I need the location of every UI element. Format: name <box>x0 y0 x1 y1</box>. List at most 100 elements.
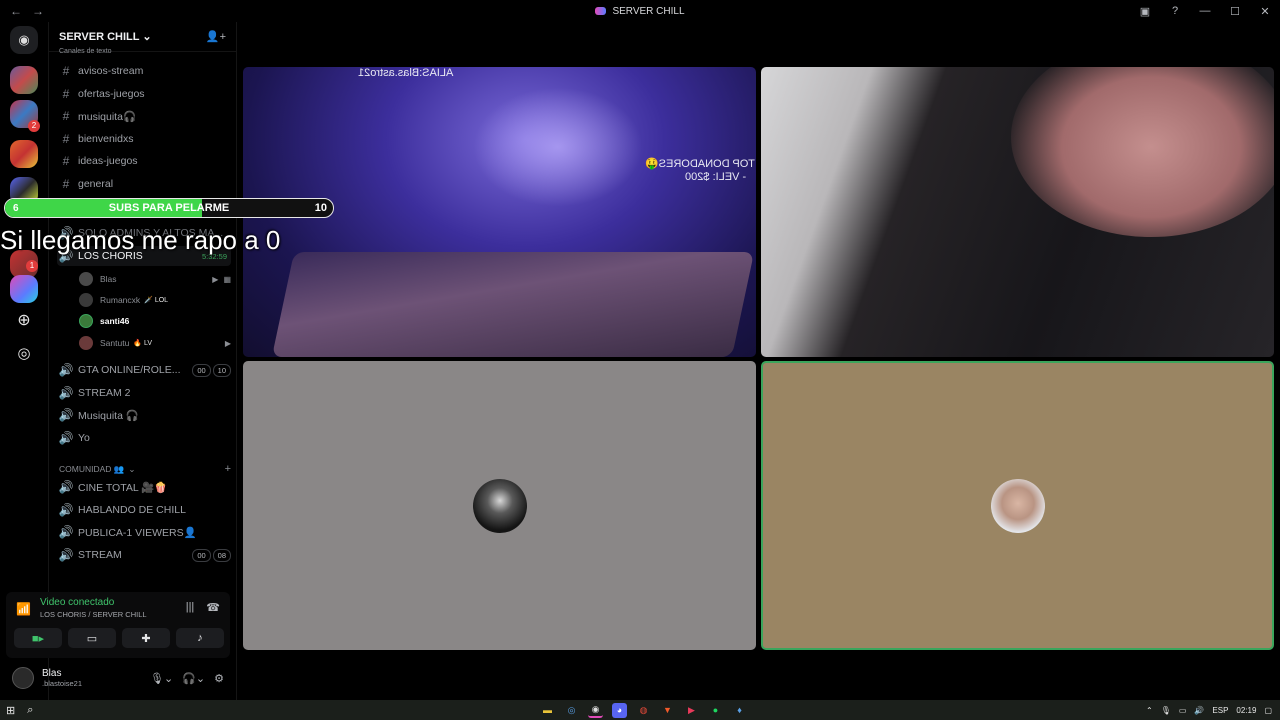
video-icon: ▶ <box>212 274 219 284</box>
user-limit: 10 <box>212 363 231 377</box>
donors-title: TOP DONADORES🤑 <box>645 158 755 170</box>
channel-general[interactable]: # general <box>57 174 231 194</box>
microphone-tray-icon[interactable]: 🎙 <box>1161 706 1171 715</box>
channel-avisos-stream[interactable]: # avisos-stream <box>57 61 231 81</box>
user-panel: Blas .blastoise21 🎙⌄ 🎧⌄ ⚙ <box>6 662 230 694</box>
noise-suppression-icon[interactable]: ||| <box>186 601 195 614</box>
user-limit: 08 <box>212 548 231 562</box>
voice-member-rumancxk[interactable]: Rumancxk 🗡️ LOL <box>79 290 231 310</box>
voice-member-santi46[interactable]: santi46 <box>79 311 231 331</box>
speaker-icon: 🔊 <box>58 503 74 517</box>
voice-channel-stream-2[interactable]: 🔊 STREAM 2 <box>57 383 231 403</box>
user-count: 00 <box>192 548 211 562</box>
windows-start-icon[interactable]: ⊞ <box>6 704 15 717</box>
obs-icon[interactable]: ◉ <box>588 703 603 718</box>
brave-icon[interactable]: ▼ <box>660 703 675 718</box>
activities-icon: ✚ <box>141 632 151 645</box>
language-indicator[interactable]: ESP <box>1212 706 1228 715</box>
microphone-icon[interactable]: 🎙⌄ <box>150 672 173 685</box>
volume-icon[interactable]: 🔊 <box>1194 706 1204 715</box>
add-server-icon[interactable]: ⊕ <box>10 307 38 335</box>
voice-channel-cine-total[interactable]: 🔊 CINE TOTAL 🎥🍿 <box>57 477 231 497</box>
camera-button[interactable]: ■▸ <box>14 628 62 648</box>
server-icon[interactable] <box>10 140 38 168</box>
headphones-icon[interactable]: 🎧⌄ <box>182 672 205 685</box>
channel-name: PUBLICA-1 VIEWERS👤 <box>78 526 197 539</box>
voice-channel-stream[interactable]: 🔊 STREAM 00 08 <box>57 545 231 565</box>
hashtag-icon: # <box>62 177 70 191</box>
channel-name: musiquita🎧 <box>78 110 137 123</box>
member-name: Blas <box>100 274 117 284</box>
channel-name: HABLANDO DE CHILL <box>78 504 186 516</box>
notification-badge: 1 <box>26 260 38 272</box>
channel-ideas-juegos[interactable]: # ideas-juegos <box>57 151 231 171</box>
monitor-icon[interactable]: ▭ <box>1179 706 1187 715</box>
media-player-icon[interactable]: ▶ <box>684 703 699 718</box>
channel-name: general <box>78 178 114 190</box>
screen-share-button[interactable]: ▭ <box>68 628 116 648</box>
discover-icon[interactable]: ◎ <box>10 340 38 368</box>
activities-button[interactable]: ✚ <box>122 628 170 648</box>
invite-people-icon[interactable]: 👤+ <box>206 30 226 43</box>
text-channels-header[interactable]: Canales de texto <box>59 48 231 55</box>
user-count: 00 <box>192 363 211 377</box>
minimize-icon[interactable]: — <box>1190 5 1220 17</box>
create-channel-icon[interactable]: + <box>225 463 231 475</box>
video-tile-camera[interactable] <box>761 67 1274 357</box>
gear-icon[interactable]: ⚙ <box>214 672 224 685</box>
close-icon[interactable]: ✕ <box>1250 5 1280 18</box>
channel-name: CINE TOTAL 🎥🍿 <box>78 481 168 494</box>
disconnect-icon[interactable]: ☎ <box>206 601 220 614</box>
video-tile-speaking-member[interactable] <box>761 361 1274 650</box>
voice-member-blas[interactable]: Blas ▶ ▦ <box>79 269 231 289</box>
voice-channel-gta[interactable]: 🔊 GTA ONLINE/ROLE... 00 10 <box>57 360 231 380</box>
signal-icon[interactable]: 📶 <box>16 602 31 616</box>
help-icon[interactable]: ? <box>1160 5 1190 17</box>
community-header[interactable]: COMUNIDAD 👥 ⌄ + <box>59 463 231 475</box>
voice-channel-musiquita[interactable]: 🔊 Musiquita 🎧 <box>57 405 231 425</box>
member-tag: 🗡️ LOL <box>144 297 169 304</box>
spotify-icon[interactable]: ● <box>708 703 723 718</box>
video-tile-member[interactable] <box>243 361 756 650</box>
app-icon[interactable]: ♦ <box>732 703 747 718</box>
maximize-icon[interactable]: ☐ <box>1220 5 1250 18</box>
soundboard-button[interactable]: ♪ <box>176 628 224 648</box>
steam-icon[interactable]: ◎ <box>564 703 579 718</box>
forward-arrow-icon[interactable]: → <box>32 4 44 18</box>
channel-name: ideas-juegos <box>78 155 138 167</box>
hashtag-icon: # <box>62 87 70 101</box>
inbox-icon[interactable]: ▣ <box>1130 5 1160 18</box>
search-icon[interactable]: ⌕ <box>27 704 33 717</box>
history-nav: ← → <box>10 4 44 18</box>
connection-location[interactable]: LOS CHORIS / SERVER CHILL <box>40 610 147 619</box>
discord-home-icon[interactable]: ◉ <box>10 26 38 54</box>
member-name: Santutu <box>100 338 130 348</box>
subs-goal-bar: 6 SUBS PARA PELARME 10 <box>4 198 334 218</box>
file-explorer-icon[interactable]: ▬ <box>540 703 555 718</box>
soundboard-icon: ♪ <box>197 632 203 644</box>
webcam-feed <box>1011 67 1274 237</box>
speaker-icon: 🔊 <box>58 548 74 562</box>
subs-goal-label: SUBS PARA PELARME <box>108 202 230 214</box>
discord-icon[interactable]: ◕ <box>612 702 627 718</box>
channel-musiquita[interactable]: # musiquita🎧 <box>57 106 231 126</box>
voice-channel-yo[interactable]: 🔊 Yo <box>57 428 231 448</box>
channel-bienvenidxs[interactable]: # bienvenidxs <box>57 129 231 149</box>
avatar <box>472 478 527 533</box>
server-icon[interactable] <box>10 66 38 94</box>
clock[interactable]: 02:19 <box>1236 706 1256 715</box>
taskbar-apps: ▬ ◎ ◉ ◕ ◍ ▼ ▶ ● ♦ <box>540 702 747 718</box>
back-arrow-icon[interactable]: ← <box>10 4 22 18</box>
connection-status[interactable]: Video conectado <box>40 597 114 608</box>
voice-channel-publica[interactable]: 🔊 PUBLICA-1 VIEWERS👤 <box>57 522 231 542</box>
voice-channel-hablando-de-chill[interactable]: 🔊 HABLANDO DE CHILL <box>57 500 231 520</box>
avatar <box>79 336 93 350</box>
user-display-name[interactable]: Blas <box>42 668 82 679</box>
channel-ofertas-juegos[interactable]: # ofertas-juegos <box>57 84 231 104</box>
tray-chevron-icon[interactable]: ⌃ <box>1146 706 1153 715</box>
server-chill-icon[interactable] <box>10 275 38 303</box>
avatar[interactable] <box>12 667 34 689</box>
chrome-icon[interactable]: ◍ <box>636 703 651 718</box>
notifications-icon[interactable]: ▢ <box>1264 706 1272 715</box>
voice-member-santutu[interactable]: Santutu 🔥 LV ▶ <box>79 333 231 353</box>
